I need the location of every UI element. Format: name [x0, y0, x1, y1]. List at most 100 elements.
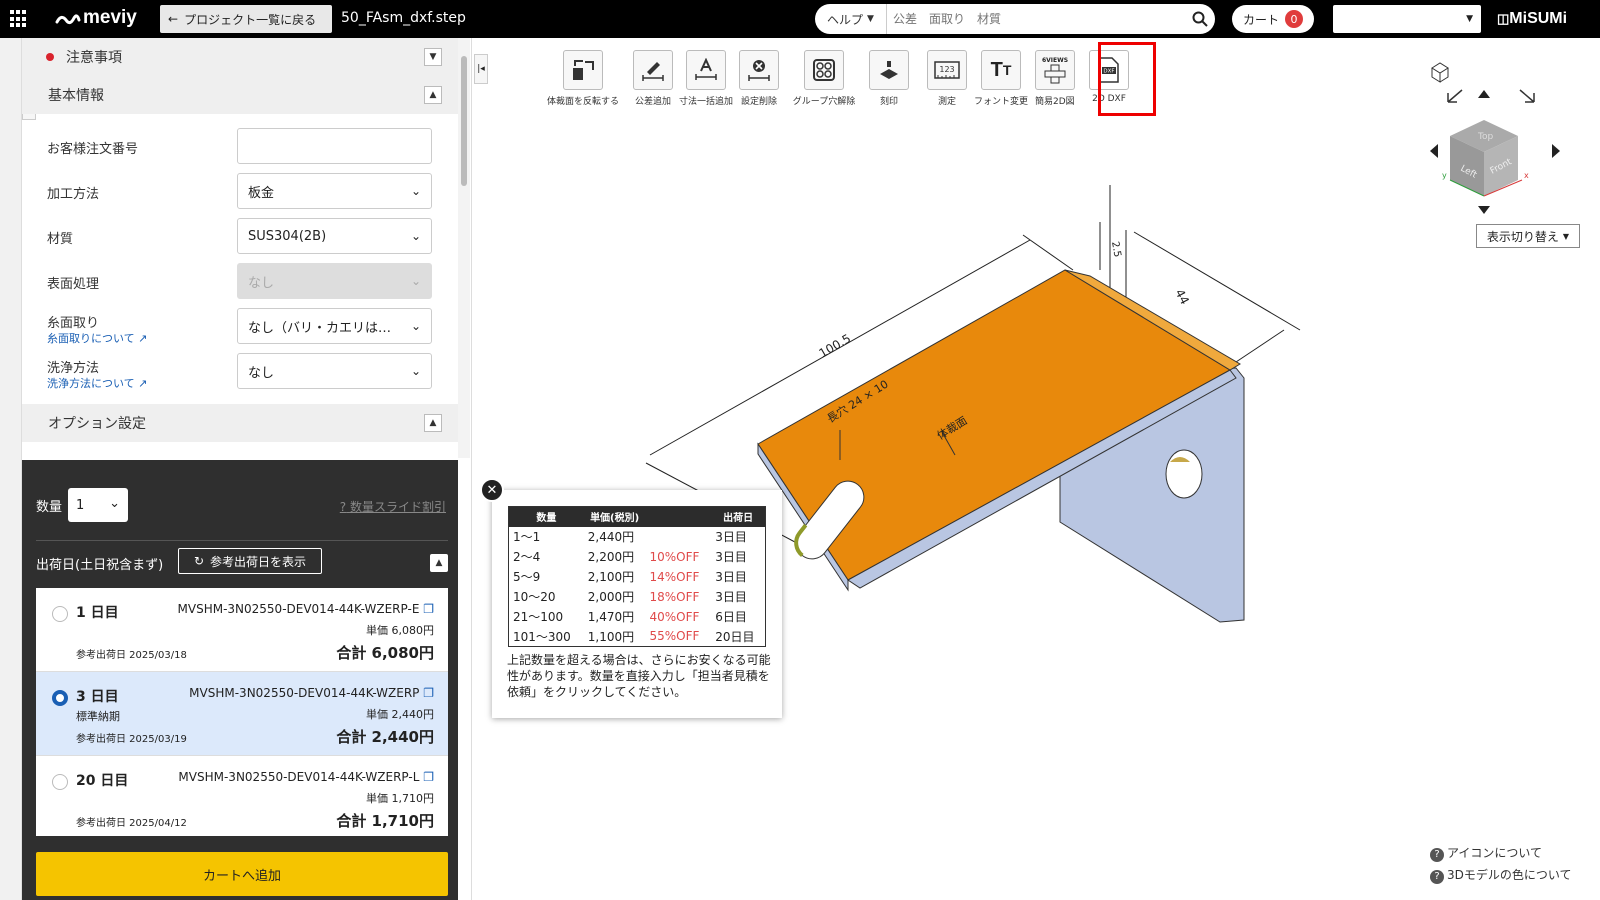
part-number: MVSHM-3N02550-DEV014-44K-WZERP-E ❐: [178, 602, 434, 616]
tool-group-hole-release[interactable]: グループ穴解除: [793, 50, 855, 107]
search-icon[interactable]: [1185, 11, 1215, 27]
option-section-header[interactable]: オプション設定 ▲: [22, 404, 458, 442]
meviy-logo[interactable]: meviy: [55, 7, 137, 29]
ref-ship-date: 参考出荷日 2025/03/19: [76, 734, 187, 745]
tool-flip-face[interactable]: 体裁面を反転する: [547, 50, 620, 107]
search-input[interactable]: [887, 5, 1185, 33]
surface-select: なし ⌄: [237, 263, 432, 299]
panel-scrollbar[interactable]: [458, 38, 470, 458]
process-row: 加工方法 板金 ⌄: [47, 173, 437, 209]
cell-qty: 10〜20: [513, 590, 556, 604]
help-label: ヘルプ: [827, 12, 864, 27]
cube-face-top[interactable]: Top: [1477, 132, 1493, 142]
cleaning-select[interactable]: なし ⌄: [237, 353, 432, 389]
cleaning-info-link[interactable]: 洗浄方法について ↗: [47, 375, 147, 391]
model-color-help-link[interactable]: ? 3Dモデルの色について: [1430, 864, 1572, 886]
help-icon: ?: [339, 500, 347, 514]
cell-discount: 55%OFF: [649, 629, 700, 644]
back-to-projects-button[interactable]: ← プロジェクト一覧に戻る: [160, 5, 332, 33]
header-unit-price: 単価(税別): [583, 506, 646, 527]
simple-2d-drawing-icon: 6VIEWS: [1035, 50, 1075, 90]
close-icon[interactable]: ✕: [480, 478, 504, 502]
notice-section-header[interactable]: 注意事項 ▼: [22, 38, 458, 76]
popup-note: 上記数量を超える場合は、さらにお安くなる可能性があります。数量を直接入力し「担当…: [507, 653, 771, 699]
select-value: なし: [248, 365, 275, 381]
table-row: 10〜20 2,000円 18%OFF 3日目: [509, 587, 766, 607]
surface-row: 表面処理 なし ⌄: [47, 263, 437, 299]
copy-icon[interactable]: ❐: [423, 770, 434, 784]
table-row: 101〜300 1,100円 55%OFF 20日目: [509, 627, 766, 647]
alert-dot-icon: [46, 53, 54, 61]
viewer-collapse-icon[interactable]: |◂: [474, 54, 488, 84]
collapse-toggle-icon[interactable]: ▲: [430, 554, 448, 572]
table-row: 2〜4 2,200円 10%OFF 3日目: [509, 547, 766, 567]
chamfer-info-link[interactable]: 糸面取りについて ↗: [47, 330, 147, 346]
external-link-icon: ↗: [138, 332, 148, 345]
copy-icon[interactable]: ❐: [423, 686, 434, 700]
tool-font-change[interactable]: TT フォント変更: [974, 50, 1028, 107]
ship-option[interactable]: 1 日目 MVSHM-3N02550-DEV014-44K-WZERP-E ❐ …: [36, 588, 448, 672]
part-text: MVSHM-3N02550-DEV014-44K-WZERP-L: [178, 770, 420, 784]
tool-tolerance-add[interactable]: 公差追加: [633, 50, 673, 107]
view-switch-label: 表示切り替え: [1486, 229, 1559, 244]
quantity-slide-discount-link[interactable]: ? 数量スライド割引: [340, 498, 446, 515]
scrollbar-thumb[interactable]: [461, 56, 467, 186]
chamfer-select[interactable]: なし（バリ・カエリは… ⌄: [237, 308, 432, 344]
ship-option-selected[interactable]: 3 日目 標準納期 MVSHM-3N02550-DEV014-44K-WZERP…: [36, 672, 448, 756]
tool-settings-delete[interactable]: 設定削除: [739, 50, 779, 107]
collapse-toggle-icon[interactable]: ▲: [424, 86, 442, 104]
app-grid-icon[interactable]: [10, 10, 28, 28]
misumi-logo[interactable]: ◫MiSUMi: [1497, 10, 1567, 28]
cell-ship: 3日目: [715, 590, 747, 604]
chevron-down-icon: ⌄: [410, 319, 421, 333]
chevron-down-icon: ⌄: [109, 496, 120, 511]
basic-info-section-header[interactable]: 基本情報 ▲: [22, 76, 458, 114]
chevron-down-icon: ▼: [867, 14, 874, 24]
cell-qty: 101〜300: [513, 629, 571, 644]
tool-simple-2d[interactable]: 6VIEWS 簡易2D図: [1035, 50, 1075, 107]
tool-label: 寸法一括追加: [679, 97, 734, 107]
tool-stamp[interactable]: 刻印: [869, 50, 909, 107]
view-switch-dropdown[interactable]: 表示切り替え ▼: [1476, 224, 1580, 248]
cell-qty: 5〜9: [513, 570, 541, 584]
external-link-icon: ↗: [138, 377, 148, 390]
material-select[interactable]: SUS304(2B) ⌄: [237, 218, 432, 254]
tool-measure[interactable]: 123 測定: [927, 50, 967, 107]
show-ref-ship-date-button[interactable]: ↻ 参考出荷日を表示: [178, 548, 322, 574]
rotate-up-icon: [1478, 90, 1490, 98]
customer-order-input[interactable]: [237, 128, 432, 164]
help-select[interactable]: ヘルプ ▼: [815, 4, 887, 34]
header-ship: 出荷日: [711, 506, 766, 527]
tool-label: 体裁面を反転する: [547, 97, 620, 107]
navigation-cube[interactable]: Top Front Left x y: [1430, 56, 1570, 236]
copy-icon[interactable]: ❐: [423, 602, 434, 616]
table-row: 21〜100 1,470円 40%OFF 6日目: [509, 607, 766, 627]
cell-ship: 20日目: [715, 629, 755, 644]
account-select[interactable]: ▼: [1333, 5, 1481, 33]
total-price: 合計 2,440円: [336, 728, 434, 746]
search-bar: ヘルプ ▼: [815, 4, 1215, 34]
quantity-select[interactable]: 1 ⌄: [68, 488, 128, 522]
process-select[interactable]: 板金 ⌄: [237, 173, 432, 209]
stamp-icon: [869, 50, 909, 90]
option-radio[interactable]: [52, 606, 68, 622]
tool-dimension-bulk-add[interactable]: 寸法一括追加: [679, 50, 733, 107]
ref-ship-date: 参考出荷日 2025/04/12: [76, 818, 187, 829]
option-radio[interactable]: [52, 690, 68, 706]
cell-ship: 3日目: [715, 530, 747, 544]
total-price: 合計 1,710円: [336, 812, 434, 830]
link-text: 数量スライド割引: [349, 500, 446, 514]
icon-help-link[interactable]: ? アイコンについて: [1430, 842, 1572, 864]
add-to-cart-button[interactable]: カートへ追加: [36, 852, 448, 896]
expand-toggle-icon[interactable]: ▼: [424, 48, 442, 66]
cell-price: 2,000円: [587, 590, 635, 604]
collapse-toggle-icon[interactable]: ▲: [424, 414, 442, 432]
cart-button[interactable]: カート 0: [1232, 5, 1314, 33]
back-label: プロジェクト一覧に戻る: [184, 12, 317, 27]
field-label: 材質: [47, 232, 74, 247]
total-price: 合計 6,080円: [336, 644, 434, 662]
option-radio[interactable]: [52, 774, 68, 790]
ship-option[interactable]: 20 日目 MVSHM-3N02550-DEV014-44K-WZERP-L ❐…: [36, 756, 448, 840]
cell-discount: 18%OFF: [649, 589, 700, 604]
refresh-icon: ↻: [193, 554, 205, 568]
